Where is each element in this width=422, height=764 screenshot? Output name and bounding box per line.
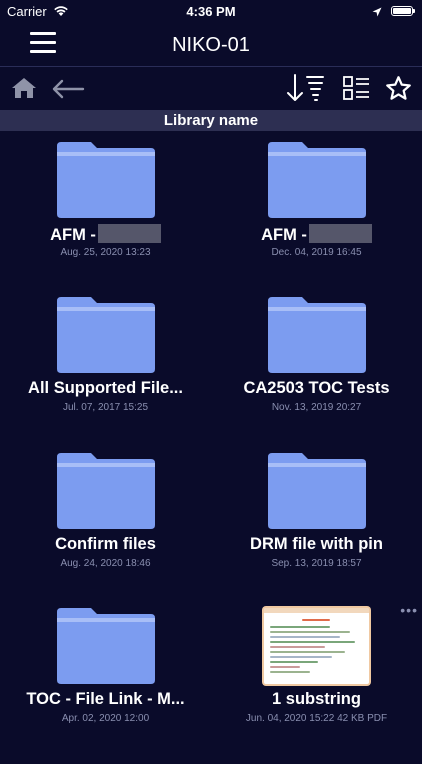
item-name: 1 substring: [272, 690, 361, 708]
redacted-text: [308, 224, 372, 243]
status-bar: Carrier 4:36 PM: [0, 0, 422, 22]
more-options-button[interactable]: •••: [400, 602, 418, 618]
folder-tile[interactable]: TOC - File Link - M... Apr. 02, 2020 12:…: [0, 608, 211, 764]
sort-icon[interactable]: [285, 73, 325, 108]
navigation-bar: NIKO-01: [0, 22, 422, 66]
battery-icon: [391, 6, 415, 16]
item-name: AFM -: [50, 226, 96, 244]
folder-icon: [57, 142, 155, 218]
folder-icon: [57, 297, 155, 373]
item-date: Jul. 07, 2017 15:25: [62, 402, 149, 413]
folder-tile[interactable]: DRM file with pin Sep. 13, 2019 18:57: [211, 453, 422, 609]
folder-icon: [268, 297, 366, 373]
folder-tile[interactable]: AFM - Dec. 04, 2019 16:45: [211, 142, 422, 298]
list-view-icon[interactable]: [343, 76, 370, 106]
star-icon[interactable]: [385, 75, 412, 107]
item-name: DRM file with pin: [250, 535, 383, 553]
item-name: CA2503 TOC Tests: [243, 379, 390, 397]
folder-tile[interactable]: Confirm files Aug. 24, 2020 18:46: [0, 453, 211, 609]
item-date: Aug. 24, 2020 18:46: [60, 558, 151, 569]
toolbar: [0, 67, 422, 110]
folder-icon: [57, 453, 155, 529]
item-date: Dec. 04, 2019 16:45: [271, 247, 362, 258]
item-date: Nov. 13, 2019 20:27: [271, 402, 362, 413]
folder-tile[interactable]: All Supported File... Jul. 07, 2017 15:2…: [0, 297, 211, 453]
item-name: AFM -: [261, 226, 307, 244]
back-arrow-icon[interactable]: [51, 79, 85, 104]
section-header: Library name: [0, 110, 422, 131]
item-name: All Supported File...: [28, 379, 183, 397]
home-icon[interactable]: [11, 77, 37, 104]
folder-tile[interactable]: CA2503 TOC Tests Nov. 13, 2019 20:27: [211, 297, 422, 453]
location-arrow-icon: [372, 5, 382, 20]
folder-tile[interactable]: AFM - Aug. 25, 2020 13:23: [0, 142, 211, 298]
page-title: NIKO-01: [172, 34, 250, 56]
item-date: Aug. 25, 2020 13:23: [60, 247, 151, 258]
clock: 4:36 PM: [186, 4, 236, 19]
folder-icon: [268, 142, 366, 218]
item-date: Sep. 13, 2019 18:57: [271, 558, 362, 569]
item-date: Apr. 02, 2020 12:00: [61, 713, 150, 724]
folder-icon: [57, 608, 155, 684]
pdf-thumbnail: [264, 608, 369, 684]
item-date: Jun. 04, 2020 15:22 42 KB PDF: [245, 713, 388, 724]
folder-icon: [268, 453, 366, 529]
redacted-text: [97, 224, 161, 243]
item-name: Confirm files: [55, 535, 156, 553]
item-name: TOC - File Link - M...: [26, 690, 185, 708]
document-tile[interactable]: ••• 1 substring Jun. 04, 2020 15:22 42 K…: [211, 602, 422, 764]
